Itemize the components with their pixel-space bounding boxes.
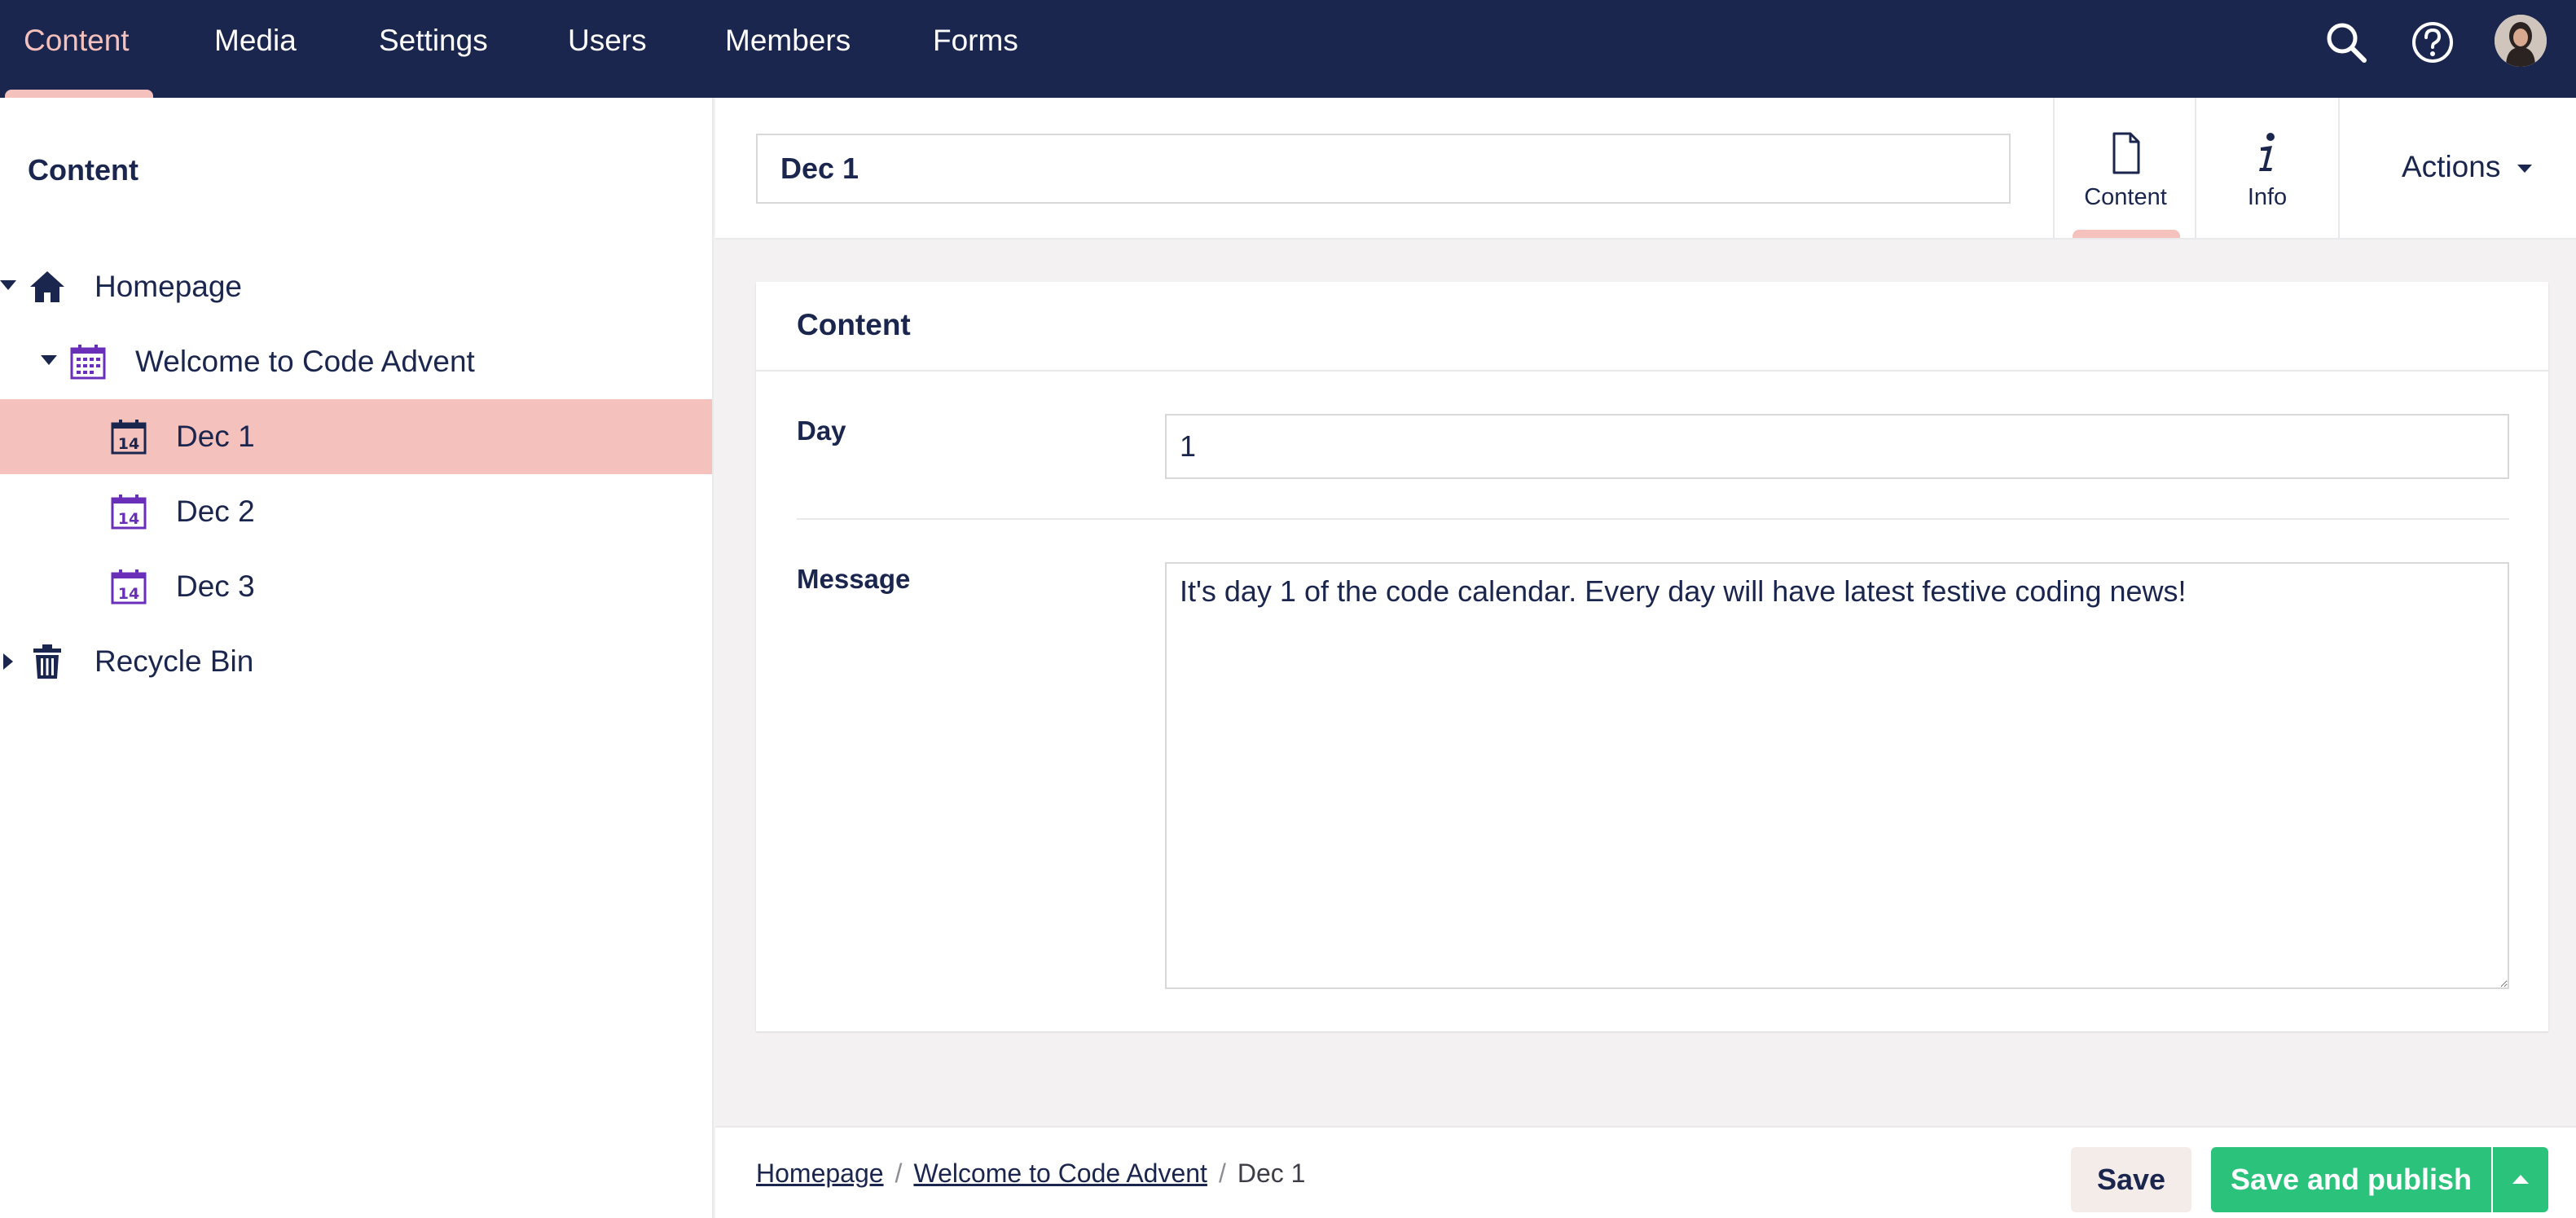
calendar-day-icon: 14 — [109, 417, 148, 456]
top-navigation: Content Media Settings Users Members For… — [0, 0, 2576, 98]
day-input[interactable] — [1165, 414, 2509, 479]
message-textarea[interactable]: It's day 1 of the code calendar. Every d… — [1165, 562, 2509, 989]
tab-info[interactable]: Info — [2195, 98, 2336, 238]
document-icon — [2101, 129, 2150, 178]
tab-content[interactable]: Content — [2053, 98, 2195, 238]
nav-settings[interactable]: Settings — [379, 0, 488, 98]
tree-item-recycle-bin[interactable]: Recycle Bin — [0, 624, 712, 699]
actions-label: Actions — [2402, 150, 2501, 183]
save-button[interactable]: Save — [2071, 1147, 2191, 1212]
breadcrumb-link-homepage[interactable]: Homepage — [756, 1159, 884, 1188]
calendar-day-icon: 14 — [109, 492, 148, 531]
panel-title: Content — [797, 308, 911, 341]
svg-text:14: 14 — [118, 585, 139, 603]
expand-caret-icon[interactable] — [41, 355, 57, 365]
svg-text:14: 14 — [118, 435, 139, 453]
message-label: Message — [797, 564, 911, 594]
content-group-panel: Content Day Message It's day 1 of the co… — [756, 282, 2548, 1031]
publish-options-button[interactable] — [2493, 1147, 2548, 1212]
calendar-day-icon: 14 — [109, 567, 148, 606]
node-name-input[interactable] — [756, 134, 2011, 204]
svg-text:14: 14 — [118, 510, 139, 528]
tree-item-welcome[interactable]: Welcome to Code Advent — [0, 324, 712, 399]
tree-item-label: Recycle Bin — [95, 644, 254, 678]
search-icon[interactable] — [2323, 20, 2369, 65]
tree-item-homepage[interactable]: Homepage — [0, 249, 712, 324]
tree-item-label: Homepage — [95, 270, 243, 303]
info-icon — [2243, 129, 2292, 178]
tree-item-dec-3[interactable]: 14 Dec 3 — [0, 549, 712, 624]
breadcrumb-separator: / — [1218, 1159, 1226, 1188]
tree-item-label: Welcome to Code Advent — [135, 345, 475, 378]
tree-item-dec-2[interactable]: 14 Dec 2 — [0, 474, 712, 549]
editor-footer: Homepage / Welcome to Code Advent / Dec 1 Sa… — [715, 1126, 2576, 1218]
nav-users[interactable]: Users — [568, 0, 647, 98]
breadcrumb-link-welcome[interactable]: Welcome to Code Advent — [913, 1159, 1207, 1188]
day-label: Day — [797, 416, 846, 446]
tab-label: Content — [2084, 184, 2167, 210]
property-divider — [797, 518, 2509, 520]
expand-caret-icon[interactable] — [0, 280, 16, 290]
nav-members[interactable]: Members — [725, 0, 851, 98]
nav-active-indicator — [5, 90, 153, 98]
help-icon[interactable] — [2410, 20, 2455, 65]
nav-content[interactable]: Content — [24, 0, 130, 98]
panel-header: Content — [756, 282, 2548, 372]
home-icon — [28, 267, 67, 306]
chevron-up-icon — [2512, 1175, 2529, 1184]
expand-caret-icon[interactable] — [3, 653, 13, 670]
save-and-publish-button[interactable]: Save and publish — [2211, 1147, 2491, 1212]
actions-dropdown[interactable]: Actions — [2338, 98, 2576, 238]
breadcrumb-current: Dec 1 — [1237, 1159, 1306, 1188]
tree-item-label: Dec 2 — [176, 495, 255, 528]
nav-forms[interactable]: Forms — [933, 0, 1018, 98]
sidebar-title: Content — [28, 153, 138, 187]
trash-icon — [28, 642, 67, 681]
breadcrumb: Homepage / Welcome to Code Advent / Dec 1 — [756, 1128, 1305, 1218]
tree-item-label: Dec 3 — [176, 569, 255, 603]
calendar-icon — [68, 342, 108, 381]
editor-header: Content Info Actions — [715, 98, 2576, 240]
chevron-down-icon — [2517, 165, 2532, 173]
nav-media[interactable]: Media — [214, 0, 297, 98]
active-tab-indicator — [2073, 230, 2180, 238]
avatar[interactable] — [2495, 15, 2547, 67]
tab-label: Info — [2247, 184, 2288, 210]
content-tree-sidebar: Content Homepage Welcome to Code Advent … — [0, 98, 714, 1218]
tree-item-dec-1[interactable]: 14 Dec 1 — [0, 399, 712, 474]
tree-item-label: Dec 1 — [176, 420, 255, 453]
breadcrumb-separator: / — [895, 1159, 903, 1188]
